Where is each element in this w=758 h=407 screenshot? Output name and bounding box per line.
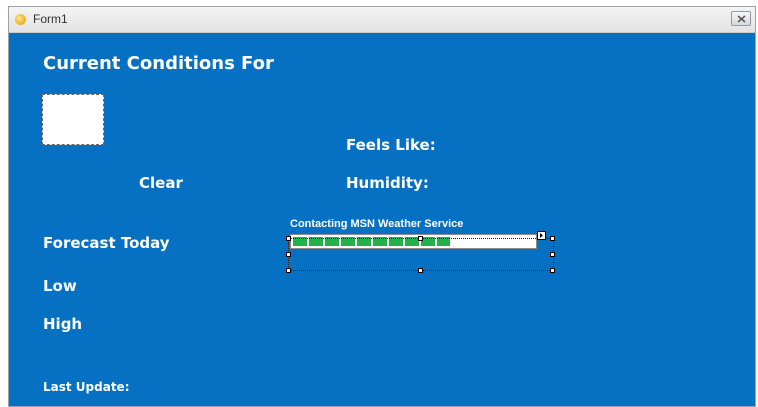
resize-handle-middle-left[interactable]: [286, 252, 291, 257]
feels-like-label[interactable]: Feels Like:: [346, 136, 436, 154]
progress-status-label: Contacting MSN Weather Service: [290, 218, 464, 230]
close-button[interactable]: [731, 11, 751, 26]
humidity-label[interactable]: Humidity:: [346, 174, 429, 192]
title-bar[interactable]: Form1: [9, 7, 755, 33]
progress-bar-fill: [293, 237, 450, 246]
close-icon: [737, 15, 746, 23]
resize-handle-middle-right[interactable]: [550, 252, 555, 257]
resize-handle-top-right[interactable]: [550, 236, 555, 241]
high-label[interactable]: High: [43, 315, 82, 333]
form-app-icon: [15, 14, 26, 25]
window-title: Form1: [33, 12, 68, 26]
form1-window: Form1 Current Conditions For Feels Like:…: [8, 6, 756, 407]
smart-tag-button[interactable]: [537, 231, 546, 240]
weather-image-placeholder[interactable]: [42, 94, 104, 145]
form-client-area: Current Conditions For Feels Like: Clear…: [9, 33, 755, 406]
resize-handle-top-center[interactable]: [418, 236, 423, 241]
resize-handle-bottom-right[interactable]: [550, 268, 555, 273]
forecast-today-label[interactable]: Forecast Today: [43, 234, 170, 252]
last-update-label[interactable]: Last Update:: [43, 380, 130, 394]
resize-handle-bottom-center[interactable]: [418, 268, 423, 273]
resize-handle-top-left[interactable]: [286, 236, 291, 241]
current-conditions-heading[interactable]: Current Conditions For: [43, 53, 274, 74]
smart-tag-arrow-icon: [540, 233, 543, 238]
condition-label[interactable]: Clear: [139, 174, 183, 192]
progress-bar[interactable]: [290, 234, 537, 249]
resize-handle-bottom-left[interactable]: [286, 268, 291, 273]
low-label[interactable]: Low: [43, 277, 77, 295]
